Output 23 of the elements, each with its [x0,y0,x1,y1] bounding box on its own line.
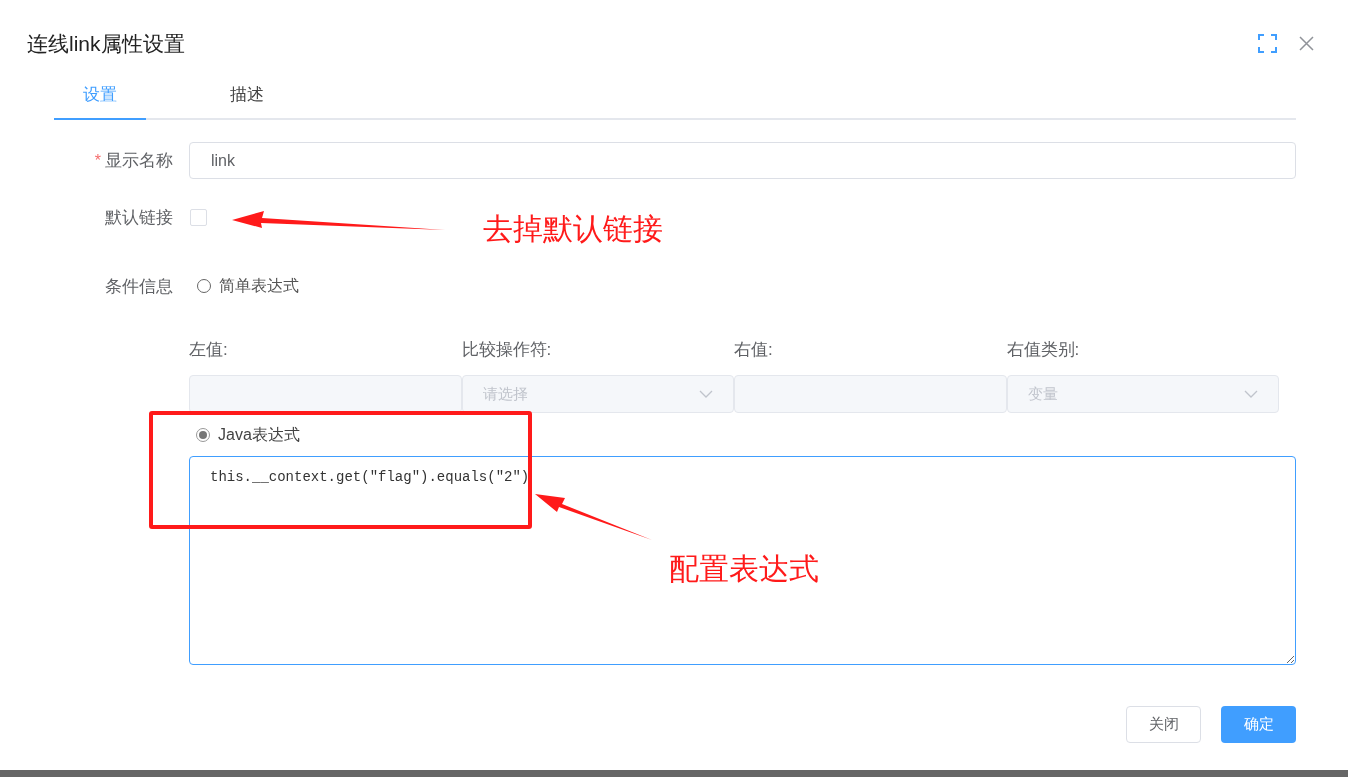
close-icon[interactable] [1299,36,1314,52]
radio-label: 简单表达式 [219,276,299,297]
radio-button[interactable] [197,279,211,294]
radio-button[interactable] [196,428,210,442]
close-button[interactable]: 关闭 [1126,706,1201,743]
annotation-text: 配置表达式 [669,551,819,587]
chevron-down-icon [1244,390,1258,398]
dialog-title: 连线link属性设置 [27,31,185,57]
checkbox[interactable] [190,209,207,227]
annotation-text: 去掉默认链接 [483,211,663,247]
column-label: 比较操作符: [461,339,553,361]
column-label: 右值类别: [1006,339,1081,361]
fullscreen-icon[interactable] [1258,34,1277,54]
chevron-down-icon [699,390,713,398]
field-label: 显示名称 [105,149,173,172]
column-label: 右值: [734,339,774,361]
field-label: 默认链接 [105,207,173,229]
column-label: 左值: [189,339,229,361]
tab[interactable]: 描述 [201,81,293,120]
radio-label: Java表达式 [218,425,300,445]
field-label: 条件信息 [105,275,173,298]
name-input-field[interactable]: link [189,142,1296,179]
required-asterisk: * [94,150,101,171]
